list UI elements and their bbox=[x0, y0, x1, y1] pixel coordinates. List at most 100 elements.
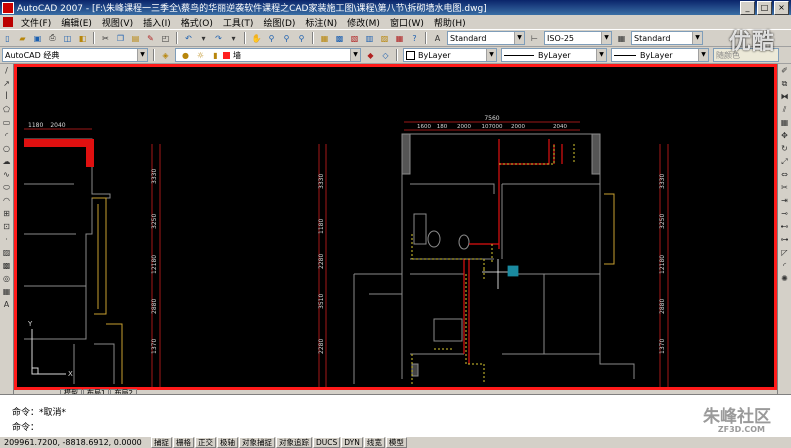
make-object-layer-current-icon[interactable]: ◆ bbox=[364, 49, 377, 62]
chamfer-icon[interactable]: ◸ bbox=[780, 248, 790, 258]
pan-icon[interactable]: ✋ bbox=[250, 32, 263, 45]
quickcalc-icon[interactable]: ▦ bbox=[393, 32, 406, 45]
polygon-icon[interactable]: ⬠ bbox=[2, 105, 12, 115]
redo-dropdown-icon[interactable]: ▾ bbox=[227, 32, 240, 45]
layer-on-icon[interactable]: ● bbox=[179, 49, 192, 61]
chevron-down-icon[interactable]: ▼ bbox=[486, 49, 496, 61]
ellipse-arc-icon[interactable]: ◠ bbox=[2, 196, 12, 206]
new-file-icon[interactable]: ▯ bbox=[1, 32, 14, 45]
menu-tools[interactable]: 工具(T) bbox=[218, 16, 259, 29]
help-icon[interactable]: ? bbox=[408, 32, 421, 45]
menu-draw[interactable]: 绘图(D) bbox=[258, 16, 300, 29]
dim-style-icon[interactable]: ⊢ bbox=[528, 32, 541, 45]
ducs-toggle[interactable]: DUCS bbox=[313, 437, 341, 448]
menu-help[interactable]: 帮助(H) bbox=[429, 16, 471, 29]
model-toggle[interactable]: 模型 bbox=[385, 437, 407, 448]
layer-lock-icon[interactable]: ▮ bbox=[209, 49, 222, 61]
chevron-down-icon[interactable]: ▼ bbox=[137, 49, 147, 61]
lineweight-select[interactable]: ByLayer ▼ bbox=[611, 48, 709, 62]
dyn-toggle[interactable]: DYN bbox=[341, 437, 363, 448]
menu-format[interactable]: 格式(O) bbox=[176, 16, 218, 29]
chevron-down-icon[interactable]: ▼ bbox=[596, 49, 606, 61]
hatch-icon[interactable]: ▨ bbox=[2, 248, 12, 258]
minimize-button[interactable]: _ bbox=[740, 1, 755, 15]
layer-select[interactable]: ● ☼ ▮ 墙 ▼ bbox=[175, 48, 361, 62]
chevron-down-icon[interactable]: ▼ bbox=[692, 32, 702, 44]
menu-edit[interactable]: 编辑(E) bbox=[56, 16, 97, 29]
layer-freeze-icon[interactable]: ☼ bbox=[194, 49, 207, 61]
insert-block-icon[interactable]: ⊞ bbox=[2, 209, 12, 219]
line-icon[interactable]: / bbox=[2, 66, 12, 76]
drawing-canvas[interactable]: 2040 1180 1370 2880 12180 3250 3330 3330… bbox=[14, 64, 777, 390]
menu-view[interactable]: 视图(V) bbox=[97, 16, 138, 29]
workspace-select[interactable]: AutoCAD 经典 ▼ bbox=[2, 48, 148, 62]
text-style-select[interactable]: Standard ▼ bbox=[447, 31, 525, 45]
dim-style-select[interactable]: ISO-25 ▼ bbox=[544, 31, 612, 45]
ortho-toggle[interactable]: 正交 bbox=[195, 437, 216, 448]
linetype-select[interactable]: ByLayer ▼ bbox=[501, 48, 607, 62]
move-icon[interactable]: ✥ bbox=[780, 131, 790, 141]
text-style-icon[interactable]: A bbox=[431, 32, 444, 45]
print-icon[interactable]: ⎙ bbox=[46, 32, 59, 45]
make-block-icon[interactable]: ⊡ bbox=[2, 222, 12, 232]
menu-insert[interactable]: 插入(I) bbox=[138, 16, 176, 29]
stretch-icon[interactable]: ⇔ bbox=[780, 170, 790, 180]
rotate-icon[interactable]: ↻ bbox=[780, 144, 790, 154]
gradient-icon[interactable]: ▩ bbox=[2, 261, 12, 271]
zoom-realtime-icon[interactable]: ⚲ bbox=[265, 32, 278, 45]
polar-toggle[interactable]: 极轴 bbox=[217, 437, 238, 448]
match-properties-icon[interactable]: ✎ bbox=[144, 32, 157, 45]
menu-window[interactable]: 窗口(W) bbox=[385, 16, 429, 29]
table-icon[interactable]: ▦ bbox=[2, 287, 12, 297]
chevron-down-icon[interactable]: ▼ bbox=[350, 49, 360, 61]
chevron-down-icon[interactable]: ▼ bbox=[514, 32, 524, 44]
rectangle-icon[interactable]: ▭ bbox=[2, 118, 12, 128]
construction-line-icon[interactable]: ↗ bbox=[2, 79, 12, 89]
grid-toggle[interactable]: 栅格 bbox=[173, 437, 194, 448]
maximize-button[interactable]: □ bbox=[757, 1, 772, 15]
redo-icon[interactable]: ↷ bbox=[212, 32, 225, 45]
command-window[interactable]: 命令：*取消* 命令： bbox=[0, 394, 791, 436]
join-icon[interactable]: ⊶ bbox=[780, 235, 790, 245]
break-at-point-icon[interactable]: ⊸ bbox=[780, 209, 790, 219]
revision-cloud-icon[interactable]: ☁ bbox=[2, 157, 12, 167]
layer-manager-icon[interactable]: ◈ bbox=[159, 49, 172, 62]
zoom-window-icon[interactable]: ⚲ bbox=[280, 32, 293, 45]
copy-icon[interactable]: ❐ bbox=[114, 32, 127, 45]
chevron-down-icon[interactable]: ▼ bbox=[601, 32, 611, 44]
lineweight-toggle[interactable]: 线宽 bbox=[363, 437, 385, 448]
save-icon[interactable]: ▣ bbox=[31, 32, 44, 45]
paste-icon[interactable]: ▤ bbox=[129, 32, 142, 45]
mirror-icon[interactable]: ⧓ bbox=[780, 92, 790, 102]
menu-modify[interactable]: 修改(M) bbox=[342, 16, 385, 29]
otrack-toggle[interactable]: 对象追踪 bbox=[276, 437, 312, 448]
arc-icon[interactable]: ◜ bbox=[2, 131, 12, 141]
fillet-icon[interactable]: ◜ bbox=[780, 261, 790, 271]
explode-icon[interactable]: ✺ bbox=[780, 274, 790, 284]
tool-palettes-icon[interactable]: ▧ bbox=[348, 32, 361, 45]
zoom-previous-icon[interactable]: ⚲ bbox=[295, 32, 308, 45]
sheet-set-icon[interactable]: ▥ bbox=[363, 32, 376, 45]
multiline-text-icon[interactable]: A bbox=[2, 300, 12, 310]
open-file-icon[interactable]: ▰ bbox=[16, 32, 29, 45]
trim-icon[interactable]: ✂ bbox=[780, 183, 790, 193]
osnap-toggle[interactable]: 对象捕捉 bbox=[239, 437, 275, 448]
publish-icon[interactable]: ◧ bbox=[76, 32, 89, 45]
array-icon[interactable]: ▦ bbox=[780, 118, 790, 128]
menu-dimension[interactable]: 标注(N) bbox=[300, 16, 342, 29]
cut-icon[interactable]: ✂ bbox=[99, 32, 112, 45]
table-style-icon[interactable]: ▦ bbox=[615, 32, 628, 45]
offset-icon[interactable]: ⫽ bbox=[780, 105, 790, 115]
undo-dropdown-icon[interactable]: ▾ bbox=[197, 32, 210, 45]
chevron-down-icon[interactable]: ▼ bbox=[698, 49, 708, 61]
break-icon[interactable]: ⊷ bbox=[780, 222, 790, 232]
markup-icon[interactable]: ▨ bbox=[378, 32, 391, 45]
ellipse-icon[interactable]: ⬭ bbox=[2, 183, 12, 193]
extend-icon[interactable]: ⇥ bbox=[780, 196, 790, 206]
design-center-icon[interactable]: ▩ bbox=[333, 32, 346, 45]
undo-icon[interactable]: ↶ bbox=[182, 32, 195, 45]
properties-icon[interactable]: ▦ bbox=[318, 32, 331, 45]
table-style-select[interactable]: Standard ▼ bbox=[631, 31, 703, 45]
layer-previous-icon[interactable]: ◇ bbox=[379, 49, 392, 62]
color-select[interactable]: ByLayer ▼ bbox=[403, 48, 497, 62]
